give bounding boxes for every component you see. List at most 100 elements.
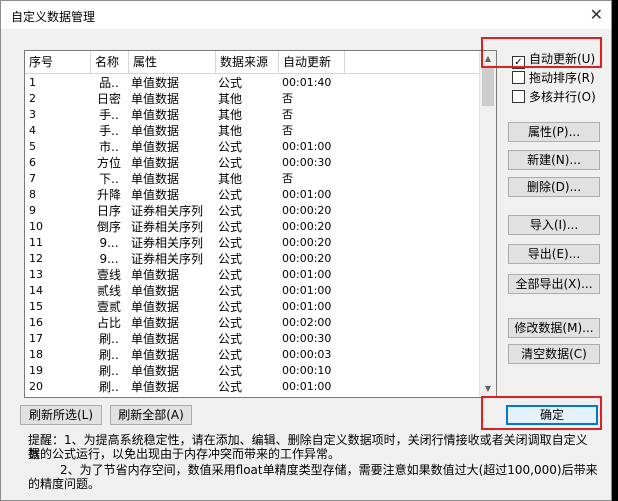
row-name: 品.. bbox=[99, 76, 119, 90]
column-header-index[interactable]: 序号 bbox=[25, 51, 91, 73]
scroll-down-icon[interactable]: ▼ bbox=[480, 381, 496, 397]
table-row[interactable]: 19 刷.. 单值数据 公式 00:00:10 bbox=[25, 363, 481, 379]
row-attribute: 单值数据 bbox=[131, 380, 180, 394]
row-auto-update: 00:00:20 bbox=[282, 220, 332, 233]
column-header-auto-update[interactable]: 自动更新 bbox=[279, 51, 345, 73]
table-row[interactable]: 5 市.. 单值数据 公式 00:01:00 bbox=[25, 139, 481, 155]
checkbox-icon bbox=[512, 90, 525, 103]
drag-sort-label: 拖动排序(R) bbox=[529, 71, 595, 85]
column-header-source[interactable]: 数据来源 bbox=[216, 51, 279, 73]
column-header-attribute[interactable]: 属性 bbox=[129, 51, 216, 73]
row-name: 壹贰 bbox=[96, 300, 121, 314]
row-attribute: 单值数据 bbox=[131, 188, 180, 202]
row-source: 公式 bbox=[218, 284, 243, 298]
export-button[interactable]: 导出(E)... bbox=[508, 244, 600, 264]
table-row[interactable]: 13 壹线 单值数据 公式 00:01:00 bbox=[25, 267, 481, 283]
close-icon[interactable]: ✕ bbox=[590, 5, 603, 24]
auto-update-checkbox[interactable]: ✓ 自动更新(U) bbox=[512, 50, 596, 69]
multicore-label: 多核并行(O) bbox=[529, 90, 596, 104]
row-auto-update: 00:00:20 bbox=[282, 204, 332, 217]
table-row[interactable]: 16 占比 单值数据 公式 00:02:00 bbox=[25, 315, 481, 331]
column-header-name[interactable]: 名称 bbox=[91, 51, 129, 73]
custom-data-dialog: 自定义数据管理 ✕ 序号 名称 属性 数据来源 自动更新 1 品.. 单值数据 公式 0… bbox=[0, 0, 612, 501]
ok-button[interactable]: 确定 bbox=[506, 405, 598, 425]
table-row[interactable]: 17 刷.. 单值数据 公式 00:00:30 bbox=[25, 331, 481, 347]
row-auto-update: 否 bbox=[282, 124, 293, 137]
table-row[interactable]: 9 日序 证券相关序列 公式 00:00:20 bbox=[25, 203, 481, 219]
row-attribute: 单值数据 bbox=[131, 316, 180, 330]
table-row[interactable]: 12 9... 证券相关序列 公式 00:00:20 bbox=[25, 251, 481, 267]
row-source: 公式 bbox=[218, 316, 243, 330]
table-row[interactable]: 7 下.. 单值数据 其他 否 bbox=[25, 171, 481, 187]
row-index: 5 bbox=[29, 140, 36, 153]
scroll-up-icon[interactable]: ▲ bbox=[480, 51, 496, 67]
multicore-checkbox[interactable]: 多核并行(O) bbox=[512, 88, 596, 106]
row-name: 日密 bbox=[96, 92, 121, 106]
drag-sort-checkbox[interactable]: 拖动排序(R) bbox=[512, 69, 595, 87]
clear-data-button[interactable]: 清空数据(C) bbox=[508, 344, 600, 364]
row-index: 2 bbox=[29, 92, 36, 105]
row-source: 公式 bbox=[218, 364, 243, 378]
row-name: 手.. bbox=[99, 124, 119, 138]
dialog-title: 自定义数据管理 bbox=[11, 10, 96, 24]
list-rows: 1 品.. 单值数据 公式 00:01:40 2 日密 单值数据 其他否 3 手.. 单值数据 其他否 4… bbox=[25, 75, 481, 395]
row-attribute: 证券相关序列 bbox=[131, 204, 204, 218]
row-auto-update: 00:00:30 bbox=[282, 332, 332, 345]
row-auto-update: 否 bbox=[282, 92, 293, 105]
table-row[interactable]: 3 手.. 单值数据 其他 否 bbox=[25, 107, 481, 123]
row-index: 3 bbox=[29, 108, 36, 121]
import-button[interactable]: 导入(I)... bbox=[508, 215, 600, 235]
tip-line-2: 据的公式运行，以免出现由于内存冲突而带来的工作异常。 bbox=[28, 447, 341, 461]
table-row[interactable]: 1 品.. 单值数据 公式 00:01:40 bbox=[25, 75, 481, 91]
list-scrollbar[interactable]: ▲ ▼ bbox=[479, 51, 496, 397]
scroll-thumb[interactable] bbox=[482, 68, 494, 106]
table-row[interactable]: 11 9... 证券相关序列 公式 00:00:20 bbox=[25, 235, 481, 251]
row-auto-update: 00:01:40 bbox=[282, 76, 332, 89]
refresh-all-button[interactable]: 刷新全部(A) bbox=[110, 405, 192, 425]
row-auto-update: 00:01:00 bbox=[282, 380, 332, 393]
row-name: 升降 bbox=[96, 188, 121, 202]
row-auto-update: 00:00:30 bbox=[282, 156, 332, 169]
row-name: 刷.. bbox=[99, 380, 119, 394]
export-all-button[interactable]: 全部导出(X)... bbox=[508, 274, 600, 294]
table-row[interactable]: 18 刷.. 单值数据 公式 00:00:03 bbox=[25, 347, 481, 363]
row-attribute: 单值数据 bbox=[131, 156, 180, 170]
row-name: 日序 bbox=[96, 204, 121, 218]
title-bar: 自定义数据管理 ✕ bbox=[1, 1, 611, 29]
row-index: 14 bbox=[29, 284, 43, 297]
row-auto-update: 00:00:03 bbox=[282, 348, 332, 361]
table-row[interactable]: 15 壹贰 单值数据 公式 00:01:00 bbox=[25, 299, 481, 315]
row-source: 其他 bbox=[218, 108, 243, 122]
modify-data-button[interactable]: 修改数据(M)... bbox=[508, 318, 600, 338]
row-attribute: 单值数据 bbox=[131, 364, 180, 378]
row-name: 方位 bbox=[96, 156, 121, 170]
table-row[interactable]: 4 手.. 单值数据 其他 否 bbox=[25, 123, 481, 139]
auto-update-label: 自动更新(U) bbox=[529, 52, 596, 66]
row-source: 公式 bbox=[218, 380, 243, 394]
table-row[interactable]: 2 日密 单值数据 其他 否 bbox=[25, 91, 481, 107]
row-auto-update: 否 bbox=[282, 108, 293, 121]
table-row[interactable]: 14 贰线 单值数据 公式 00:01:00 bbox=[25, 283, 481, 299]
row-source: 公式 bbox=[218, 188, 243, 202]
row-index: 18 bbox=[29, 348, 43, 361]
table-row[interactable]: 8 升降 单值数据 公式 00:01:00 bbox=[25, 187, 481, 203]
row-source: 公式 bbox=[218, 76, 243, 90]
row-name: 壹线 bbox=[96, 268, 121, 282]
table-row[interactable]: 10 倒序 证券相关序列 公式 00:00:20 bbox=[25, 219, 481, 235]
row-name: 刷.. bbox=[99, 332, 119, 346]
refresh-selected-button[interactable]: 刷新所选(L) bbox=[20, 405, 102, 425]
row-index: 6 bbox=[29, 156, 36, 169]
new-button[interactable]: 新建(N)... bbox=[508, 150, 600, 170]
row-index: 8 bbox=[29, 188, 36, 201]
delete-button[interactable]: 删除(D)... bbox=[508, 177, 600, 197]
table-row[interactable]: 20 刷.. 单值数据 公式 00:01:00 bbox=[25, 379, 481, 395]
row-attribute: 单值数据 bbox=[131, 140, 180, 154]
row-attribute: 单值数据 bbox=[131, 348, 180, 362]
row-name: 手.. bbox=[99, 108, 119, 122]
row-attribute: 单值数据 bbox=[131, 92, 180, 106]
row-auto-update: 00:01:00 bbox=[282, 268, 332, 281]
row-auto-update: 00:00:20 bbox=[282, 236, 332, 249]
properties-button[interactable]: 属性(P)... bbox=[508, 122, 600, 142]
table-row[interactable]: 6 方位 单值数据 公式 00:00:30 bbox=[25, 155, 481, 171]
data-item-list[interactable]: 序号 名称 属性 数据来源 自动更新 1 品.. 单值数据 公式 00:01:40 2 日密… bbox=[24, 50, 497, 398]
